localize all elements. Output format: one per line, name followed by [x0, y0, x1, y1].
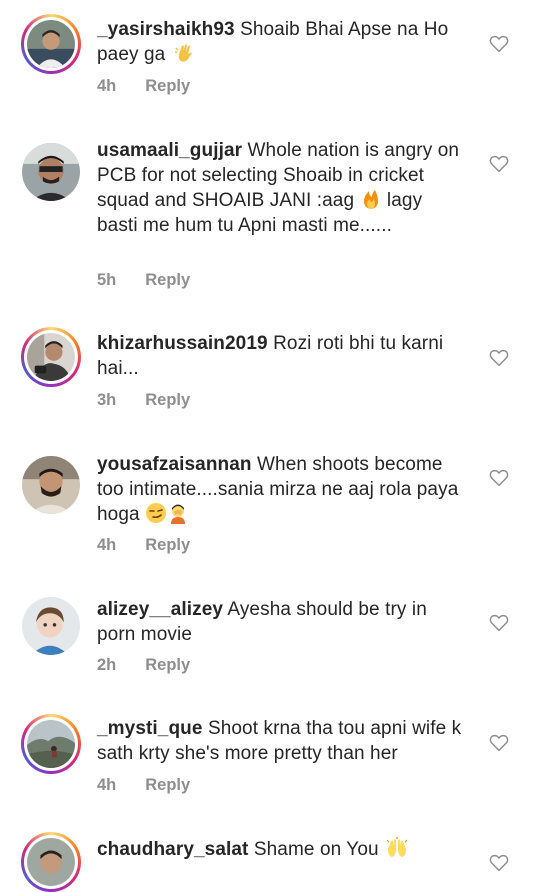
comment-username[interactable]: chaudhary_salat	[97, 839, 248, 860]
comment-username[interactable]: yousafzaisannan	[97, 454, 252, 475]
raising-hands-emoji-icon	[386, 837, 408, 859]
comment-time: 4h	[97, 77, 117, 95]
comment-text: _yasirshaikh93 Shoaib Bhai Apse na Ho pa…	[97, 17, 465, 67]
smirk-emoji-icon	[145, 502, 167, 524]
comment-meta: 5h Reply	[97, 271, 190, 290]
comment-time: 2h	[97, 656, 117, 674]
comment-time: 5h	[97, 271, 117, 289]
avatar[interactable]	[21, 142, 81, 202]
comment-text: chaudhary_salat Shame on You	[97, 837, 465, 862]
heart-outline-icon[interactable]	[489, 614, 509, 632]
avatar-image	[27, 838, 75, 886]
avatar[interactable]	[21, 596, 81, 656]
reply-button[interactable]: Reply	[145, 271, 190, 289]
avatar-image	[22, 143, 80, 201]
heart-outline-icon[interactable]	[489, 349, 509, 367]
reply-button[interactable]: Reply	[145, 656, 190, 674]
reply-button[interactable]: Reply	[145, 77, 190, 95]
facepalm-emoji-icon	[167, 502, 189, 524]
comment-time: 3h	[97, 391, 117, 409]
avatar[interactable]	[21, 832, 81, 892]
avatar[interactable]	[21, 714, 81, 774]
avatar[interactable]	[21, 327, 81, 387]
comment-text: yousafzaisannan When shoots become too i…	[97, 452, 465, 527]
avatar-image	[22, 597, 80, 655]
comment-username[interactable]: alizey__alizey	[97, 599, 223, 620]
reply-button[interactable]: Reply	[145, 391, 190, 409]
comment-username[interactable]: _yasirshaikh93	[97, 19, 235, 40]
comment-meta: 4h Reply	[97, 776, 190, 795]
heart-outline-icon[interactable]	[489, 469, 509, 487]
comment-meta: 4h Reply	[97, 536, 190, 555]
comment-username[interactable]: usamaali_gujjar	[97, 140, 242, 161]
comment-meta: 4h Reply	[97, 77, 190, 96]
comment-meta: 2h Reply	[97, 656, 190, 675]
comment-text: alizey__alizey Ayesha should be try in p…	[97, 597, 465, 647]
comment-time: 4h	[97, 776, 117, 794]
comment-text: usamaali_gujjar Whole nation is angry on…	[97, 138, 465, 238]
avatar-image	[27, 720, 75, 768]
comment-username[interactable]: _mysti_que	[97, 718, 203, 739]
avatar-image	[22, 456, 80, 514]
reply-button[interactable]: Reply	[145, 776, 190, 794]
waving-hand-emoji-icon	[173, 42, 195, 64]
heart-outline-icon[interactable]	[489, 854, 509, 872]
comment-text: _mysti_que Shoot krna tha tou apni wife …	[97, 716, 465, 766]
avatar-image	[27, 333, 75, 381]
heart-outline-icon[interactable]	[489, 155, 509, 173]
comment-username[interactable]: khizarhussain2019	[97, 333, 268, 354]
comment-meta: 3h Reply	[97, 391, 190, 410]
heart-outline-icon[interactable]	[489, 35, 509, 53]
reply-button[interactable]: Reply	[145, 536, 190, 554]
comment-time: 4h	[97, 536, 117, 554]
avatar[interactable]	[21, 455, 81, 515]
comment-text: khizarhussain2019 Rozi roti bhi tu karni…	[97, 331, 465, 381]
heart-outline-icon[interactable]	[489, 734, 509, 752]
comment-body: Shame on You	[253, 839, 379, 860]
avatar-image	[27, 20, 75, 68]
avatar[interactable]	[21, 14, 81, 74]
fire-emoji-icon	[360, 188, 382, 210]
